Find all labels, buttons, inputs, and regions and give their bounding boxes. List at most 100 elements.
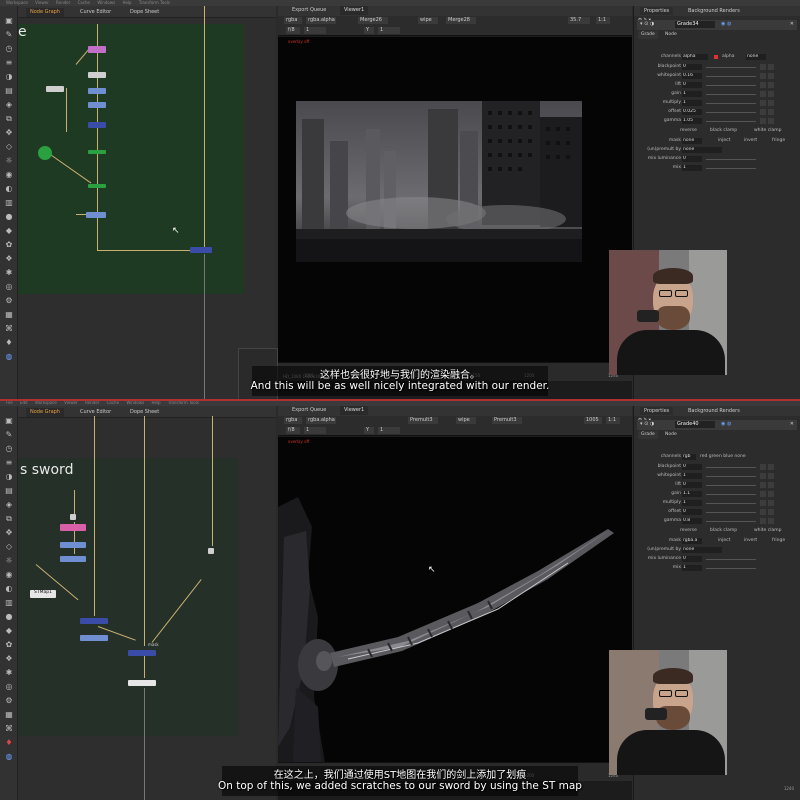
prop-value[interactable]: 1.1 (682, 491, 702, 497)
other-tool-icon[interactable]: ▥ (4, 198, 14, 207)
image-tool-icon[interactable]: ▣ (4, 16, 14, 25)
script-tool-icon[interactable]: ⌘ (4, 324, 14, 333)
other-tool-icon[interactable]: ▥ (4, 598, 14, 607)
3d-tool-icon[interactable]: ◇ (4, 142, 14, 151)
anim-icon[interactable] (768, 509, 774, 515)
viewer-canvas[interactable]: overlay off (278, 437, 632, 781)
node-constant[interactable] (46, 86, 64, 92)
wipe-select[interactable]: wipe (456, 417, 476, 424)
plugin-tool-icon[interactable]: ⚙ (4, 696, 14, 705)
metadata-tool-icon[interactable]: ◉ (4, 170, 14, 179)
node-color-icons[interactable]: ◉ ◍ (721, 421, 731, 427)
node-dot-green[interactable] (38, 146, 52, 160)
tab-curve-editor[interactable]: Curve Editor (76, 408, 115, 417)
node-merge[interactable] (128, 650, 156, 656)
a-input-select[interactable]: Premult3 (408, 417, 438, 424)
node-name-field[interactable]: Grade40 (675, 421, 715, 428)
color-tool-icon[interactable]: ◑ (4, 72, 14, 81)
color-picker-icon[interactable] (760, 473, 766, 479)
anim-icon[interactable] (768, 91, 774, 97)
grid-tool-icon[interactable]: ▦ (4, 710, 14, 719)
layer-select[interactable]: rgba (284, 17, 302, 24)
prop-value[interactable]: 0 (682, 82, 702, 88)
tab-viewer1[interactable]: Viewer1 (340, 6, 369, 15)
merge-tool-icon[interactable]: ⧉ (4, 114, 14, 123)
zoom-select[interactable]: 1005 (584, 417, 602, 424)
draw-tool-icon[interactable]: ✎ (4, 30, 14, 39)
tab-dope-sheet[interactable]: Dope Sheet (126, 8, 163, 17)
filter-tool-icon[interactable]: ▤ (4, 86, 14, 95)
prop-slider[interactable] (706, 159, 756, 160)
prop-value[interactable]: 1.05 (682, 118, 702, 124)
b-input-select[interactable]: Premult3 (492, 417, 522, 424)
deep-tool-icon[interactable]: ◎ (4, 682, 14, 691)
invert-checkbox[interactable]: invert (744, 537, 757, 545)
anim-icon[interactable] (768, 491, 774, 497)
channel-select[interactable]: rgba.alpha (306, 417, 336, 424)
draw-tool-icon[interactable]: ✎ (4, 430, 14, 439)
mask-select[interactable]: none (682, 138, 702, 144)
viewer-canvas[interactable]: overlay off (278, 37, 632, 381)
node-header-icons[interactable]: ▾ ⊙ ◑ (640, 421, 654, 427)
prop-value[interactable]: 1 (682, 565, 702, 571)
prop-slider[interactable] (706, 559, 756, 560)
color-tool-icon[interactable]: ◑ (4, 472, 14, 481)
node-premult[interactable] (128, 680, 156, 686)
script-tool-icon[interactable]: ⌘ (4, 724, 14, 733)
transform-tool-icon[interactable]: ✥ (4, 128, 14, 137)
node-merge[interactable] (88, 102, 106, 108)
ocio-tool-icon[interactable]: ◆ (4, 626, 14, 635)
color-picker-icon[interactable] (760, 509, 766, 515)
views-tool-icon[interactable]: ☼ (4, 556, 14, 565)
prop-slider[interactable] (706, 503, 756, 504)
tab-background-renders[interactable]: Background Renders (684, 407, 744, 415)
color-picker-icon[interactable] (760, 82, 766, 88)
anim-icon[interactable] (768, 500, 774, 506)
deep-tool-icon[interactable]: ◎ (4, 282, 14, 291)
black-clamp-checkbox[interactable]: black clamp (710, 528, 737, 533)
close-icon[interactable]: ✕ (790, 421, 794, 427)
anim-icon[interactable] (768, 482, 774, 488)
color-picker-icon[interactable] (760, 518, 766, 524)
ocio-tool-icon[interactable]: ◆ (4, 226, 14, 235)
tab-node-graph[interactable]: Node Graph (26, 8, 64, 17)
views-tool-icon[interactable]: ☼ (4, 156, 14, 165)
keyer-tool-icon[interactable]: ◈ (4, 500, 14, 509)
plugin-tool-icon[interactable]: ⚙ (4, 296, 14, 305)
tab-curve-editor[interactable]: Curve Editor (76, 8, 115, 17)
prop-slider[interactable] (706, 103, 756, 104)
prop-value[interactable]: 0.8 (682, 518, 702, 524)
cara-tool-icon[interactable]: ❖ (4, 254, 14, 263)
filter-tool-icon[interactable]: ▤ (4, 486, 14, 495)
grid-tool-icon[interactable]: ▦ (4, 310, 14, 319)
layer-select[interactable]: rgba (284, 417, 302, 424)
ratio-select[interactable]: 1:1 (606, 417, 620, 424)
menu-workspace[interactable]: Workspace (6, 0, 28, 5)
prop-value[interactable]: 0 (682, 464, 702, 470)
prop-slider[interactable] (706, 485, 756, 486)
merge-tool-icon[interactable]: ⧉ (4, 514, 14, 523)
channel-select[interactable]: rgba.alpha (306, 17, 336, 24)
anim-icon[interactable] (768, 118, 774, 124)
color-picker-icon[interactable] (760, 64, 766, 70)
color-picker-icon[interactable] (760, 464, 766, 470)
node-read[interactable] (60, 524, 86, 531)
anim-icon[interactable] (768, 109, 774, 115)
prop-slider[interactable] (706, 467, 756, 468)
toolsets-tool-icon[interactable]: ◐ (4, 184, 14, 193)
color-picker-icon[interactable] (760, 118, 766, 124)
prop-value[interactable]: 1 (682, 100, 702, 106)
prop-slider[interactable] (706, 568, 756, 569)
prop-value[interactable]: 0 (682, 156, 702, 162)
node-graph-area[interactable]: Node Graph Curve Editor Dope Sheet e ↖ (18, 6, 276, 400)
invert-checkbox[interactable]: invert (744, 137, 757, 145)
fringe-checkbox[interactable]: fringe (772, 137, 785, 145)
anim-icon[interactable] (768, 518, 774, 524)
color-picker-icon[interactable] (760, 491, 766, 497)
menu-cache[interactable]: Cache (78, 0, 90, 5)
prop-value[interactable]: alpha (682, 54, 708, 60)
tab-node[interactable]: Node (662, 31, 680, 39)
zoom-select[interactable]: 35.7 (568, 17, 590, 24)
anim-icon[interactable] (768, 100, 774, 106)
image-tool-icon[interactable]: ▣ (4, 416, 14, 425)
